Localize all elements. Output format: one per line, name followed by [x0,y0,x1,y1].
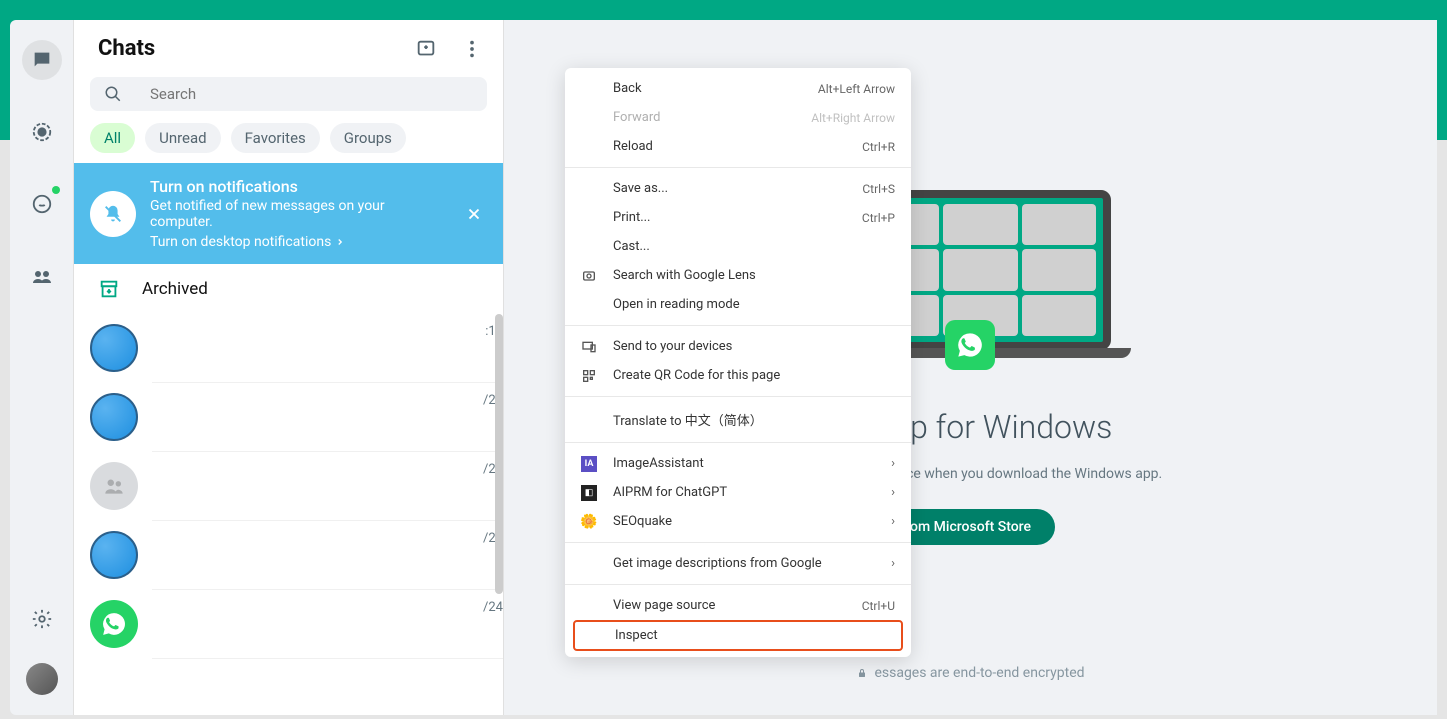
notification-close-button[interactable] [461,201,487,227]
chats-title: Chats [98,36,155,61]
search-icon [104,85,122,103]
archive-icon [98,278,120,300]
group-icon [101,473,127,499]
search-input[interactable] [150,85,473,103]
cm-reading-mode[interactable]: Open in reading mode [565,290,911,319]
chat-list-header: Chats [74,20,503,69]
notification-banner: Turn on notifications Get notified of ne… [74,163,503,264]
more-vertical-icon [461,38,483,60]
notification-title: Turn on notifications [150,177,447,196]
chevron-right-icon: › [891,514,895,529]
chevron-right-icon: › [891,456,895,471]
cm-reload[interactable]: Reload Ctrl+R [565,132,911,161]
whatsapp-icon [956,331,984,359]
cm-image-assistant[interactable]: IA ImageAssistant › [565,449,911,478]
aiprm-icon: ◧ [581,485,597,501]
lens-icon [581,268,597,284]
whatsapp-logo-overlay [945,320,995,370]
channels-rail-icon[interactable] [22,184,62,224]
context-menu: Back Alt+Left Arrow Forward Alt+Right Ar… [565,68,911,657]
chat-item[interactable]: /24 [74,452,503,520]
encryption-note: essages are end-to-end encrypted [856,665,1084,681]
channel-bubble-icon [31,193,53,215]
chat-avatar [90,531,138,579]
chat-item[interactable]: /24 [74,521,503,589]
cm-image-descriptions[interactable]: Get image descriptions from Google › [565,549,911,578]
download-button[interactable]: om Microsoft Store [886,509,1055,545]
filter-unread[interactable]: Unread [145,123,221,153]
notification-dot [52,186,60,194]
communities-rail-icon[interactable] [22,256,62,296]
filter-row: All Unread Favorites Groups [74,119,503,163]
cm-back[interactable]: Back Alt+Left Arrow [565,74,911,103]
archived-label: Archived [142,279,208,299]
status-rail-icon[interactable] [22,112,62,152]
chat-avatar [90,324,138,372]
cm-translate[interactable]: Translate to 中文（简体） [565,403,911,436]
chat-item[interactable]: /24 [74,383,503,451]
new-chat-icon [415,38,437,60]
chat-item[interactable]: /24 [74,590,503,658]
gear-icon [31,608,53,630]
communities-icon [30,264,54,288]
filter-all[interactable]: All [90,123,135,153]
scrollbar-thumb[interactable] [495,314,503,594]
whatsapp-icon [101,611,127,637]
close-icon [465,205,483,223]
chat-icon [31,49,53,71]
cm-view-source[interactable]: View page source Ctrl+U [565,591,911,620]
notification-link[interactable]: Turn on desktop notifications [150,234,345,250]
cm-send-devices[interactable]: Send to your devices [565,332,911,361]
cm-print[interactable]: Print... Ctrl+P [565,203,911,232]
image-assistant-icon: IA [581,456,597,472]
qr-icon [581,368,597,384]
cm-cast[interactable]: Cast... [565,232,911,261]
app-frame: Chats All Unread F [0,12,1447,719]
bell-icon-circle [90,191,136,237]
filter-favorites[interactable]: Favorites [231,123,320,153]
cm-save-as[interactable]: Save as... Ctrl+S [565,174,911,203]
menu-button[interactable] [461,38,483,60]
filter-groups[interactable]: Groups [330,123,406,153]
lock-icon [856,667,868,679]
chat-time: /24 [483,600,503,615]
chevron-right-icon: › [891,556,895,571]
cm-qr-code[interactable]: Create QR Code for this page [565,361,911,390]
chat-avatar [90,393,138,441]
profile-avatar[interactable] [26,663,58,695]
status-ring-icon [31,121,53,143]
cm-seoquake[interactable]: 🌼 SEOquake › [565,507,911,536]
chat-list: :13 /24 /24 /24 [74,314,503,715]
cm-forward: Forward Alt+Right Arrow [565,103,911,132]
notification-body: Get notified of new messages on your com… [150,198,447,230]
cm-google-lens[interactable]: Search with Google Lens [565,261,911,290]
cm-inspect[interactable]: Inspect [573,620,903,651]
seoquake-icon: 🌼 [581,514,597,530]
window-top-accent [0,0,1447,12]
encryption-text: essages are end-to-end encrypted [874,665,1084,681]
chat-avatar-group [90,462,138,510]
cm-aiprm[interactable]: ◧ AIPRM for ChatGPT › [565,478,911,507]
new-chat-button[interactable] [415,38,437,60]
devices-icon [581,339,597,355]
archived-row[interactable]: Archived [74,264,503,314]
chat-avatar-whatsapp [90,600,138,648]
nav-rail [10,20,74,715]
settings-rail-icon[interactable] [22,599,62,639]
notification-link-text: Turn on desktop notifications [150,234,331,250]
chevron-right-icon [335,237,345,247]
chevron-right-icon: › [891,485,895,500]
search-box[interactable] [90,77,487,111]
bell-slash-icon [102,203,124,225]
chat-list-panel: Chats All Unread F [74,20,504,715]
chats-rail-icon[interactable] [22,40,62,80]
chat-item[interactable]: :13 [74,314,503,382]
